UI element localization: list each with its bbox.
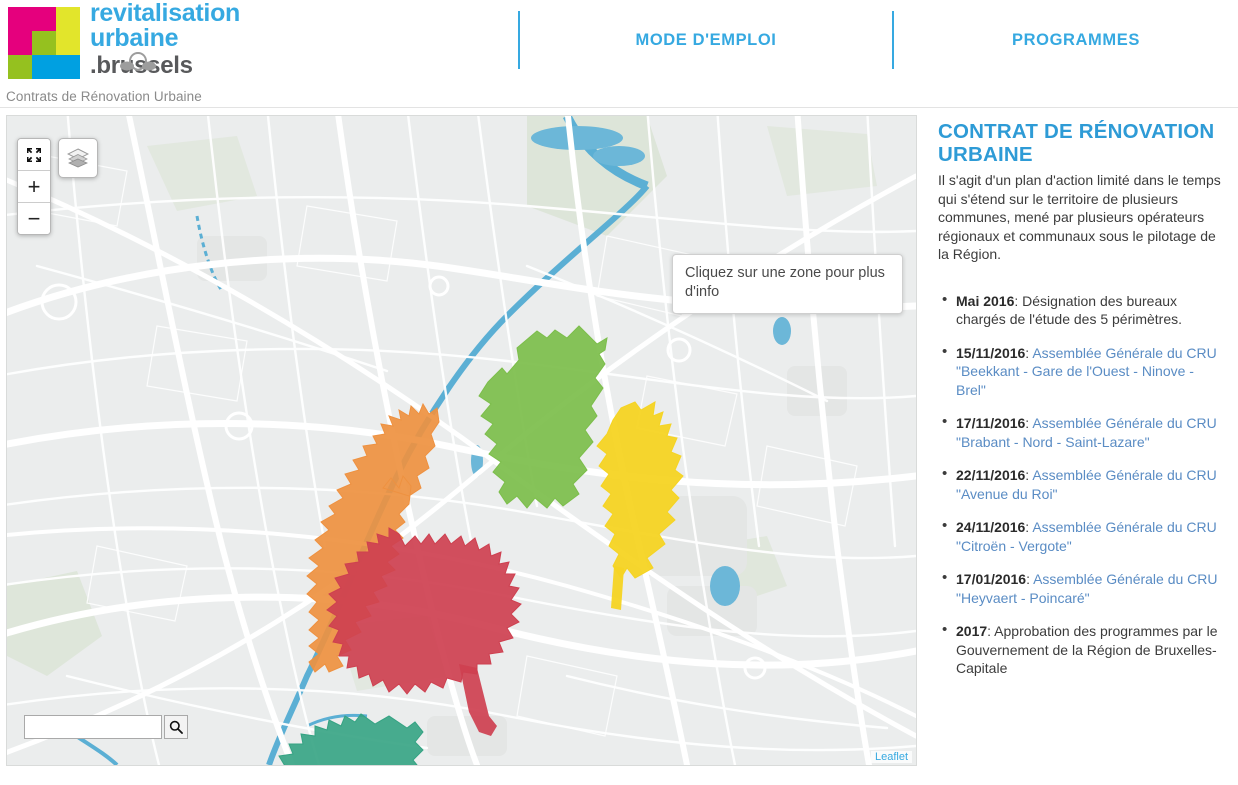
timeline-date: 24/11/2016 bbox=[956, 519, 1026, 535]
panel-title: CONTRAT DE RÉNOVATION URBAINE bbox=[938, 120, 1215, 166]
layers-icon bbox=[67, 148, 89, 168]
logo-square-lime-3 bbox=[56, 43, 80, 55]
map-hint-tooltip: Cliquez sur une zone pour plus d'info bbox=[672, 254, 903, 314]
revitalisation-urbaine-logo-icon bbox=[8, 7, 80, 79]
map-search-box[interactable] bbox=[24, 715, 188, 739]
search-input[interactable] bbox=[24, 715, 162, 739]
timeline-item[interactable]: 17/01/2016: Assemblée Générale du CRU "H… bbox=[942, 569, 1226, 607]
logo-wordmark: revitalisation urbaine .brussels bbox=[90, 1, 260, 79]
logo-square-green-2 bbox=[8, 55, 32, 79]
timeline-item: 2017: Approbation des programmes par le … bbox=[942, 621, 1226, 678]
layers-control-button[interactable] bbox=[58, 138, 98, 178]
info-sidebar: CONTRAT DE RÉNOVATION URBAINE Il s'agit … bbox=[938, 120, 1226, 693]
site-logo[interactable]: revitalisation urbaine .brussels bbox=[6, 1, 256, 88]
timeline-item[interactable]: 22/11/2016: Assemblée Générale du CRU "A… bbox=[942, 465, 1226, 503]
breadcrumb: Contrats de Rénovation Urbaine bbox=[6, 89, 202, 104]
timeline-item[interactable]: 24/11/2016: Assemblée Générale du CRU "C… bbox=[942, 517, 1226, 555]
zoom-in-button[interactable]: + bbox=[18, 171, 50, 203]
logo-line-urbaine: urbaine bbox=[90, 24, 179, 52]
search-icon bbox=[169, 720, 183, 734]
nav-item-programmes[interactable]: PROGRAMMES bbox=[894, 31, 1238, 50]
logo-square-magenta-2 bbox=[8, 31, 32, 55]
fullscreen-icon[interactable] bbox=[18, 139, 50, 171]
timeline-list: Mai 2016: Désignation des bureaux chargé… bbox=[938, 291, 1226, 678]
nav-item-mode-demploi[interactable]: MODE D'EMPLOI bbox=[520, 31, 892, 50]
panel-description: Il s'agit d'un plan d'action limité dans… bbox=[938, 172, 1221, 262]
search-button[interactable] bbox=[164, 715, 188, 739]
fullscreen-arrows-icon bbox=[27, 147, 41, 162]
timeline-date: 15/11/2016 bbox=[956, 344, 1026, 361]
leaflet-map[interactable]: + − Cliquez sur une zone pour plus d'inf… bbox=[6, 115, 917, 766]
main-navigation: MODE D'EMPLOI PROGRAMMES bbox=[518, 0, 1238, 80]
timeline-item[interactable]: 17/11/2016: Assemblée Générale du CRU "B… bbox=[942, 413, 1226, 451]
logo-line-revitalisation: revitalisation bbox=[90, 0, 241, 27]
map-canvas bbox=[7, 116, 916, 765]
timeline-item[interactable]: 15/11/2016: Assemblée Générale du CRU "B… bbox=[942, 343, 1226, 400]
timeline-date: 2017 bbox=[956, 623, 988, 639]
logo-square-blue-2 bbox=[44, 55, 80, 79]
timeline-date: Mai 2016 bbox=[956, 292, 1015, 309]
timeline-date: 17/01/2016 bbox=[956, 571, 1027, 587]
brussels-iris-icon bbox=[120, 51, 156, 72]
logo-line-brussels: .brussels bbox=[90, 52, 193, 79]
map-zoom-control[interactable]: + − bbox=[17, 138, 51, 235]
timeline-text: : Approbation des programmes par le Gouv… bbox=[956, 623, 1218, 676]
timeline-item: Mai 2016: Désignation des bureaux chargé… bbox=[942, 291, 1226, 329]
logo-square-magenta-1 bbox=[8, 7, 56, 31]
timeline-date: 22/11/2016 bbox=[956, 467, 1026, 483]
site-header: revitalisation urbaine .brussels Contrat… bbox=[0, 0, 1238, 108]
page-root: revitalisation urbaine .brussels Contrat… bbox=[0, 0, 1238, 785]
zoom-out-button[interactable]: − bbox=[18, 203, 50, 234]
timeline-date: 17/11/2016 bbox=[956, 415, 1026, 431]
leaflet-attribution[interactable]: Leaflet bbox=[870, 751, 912, 763]
